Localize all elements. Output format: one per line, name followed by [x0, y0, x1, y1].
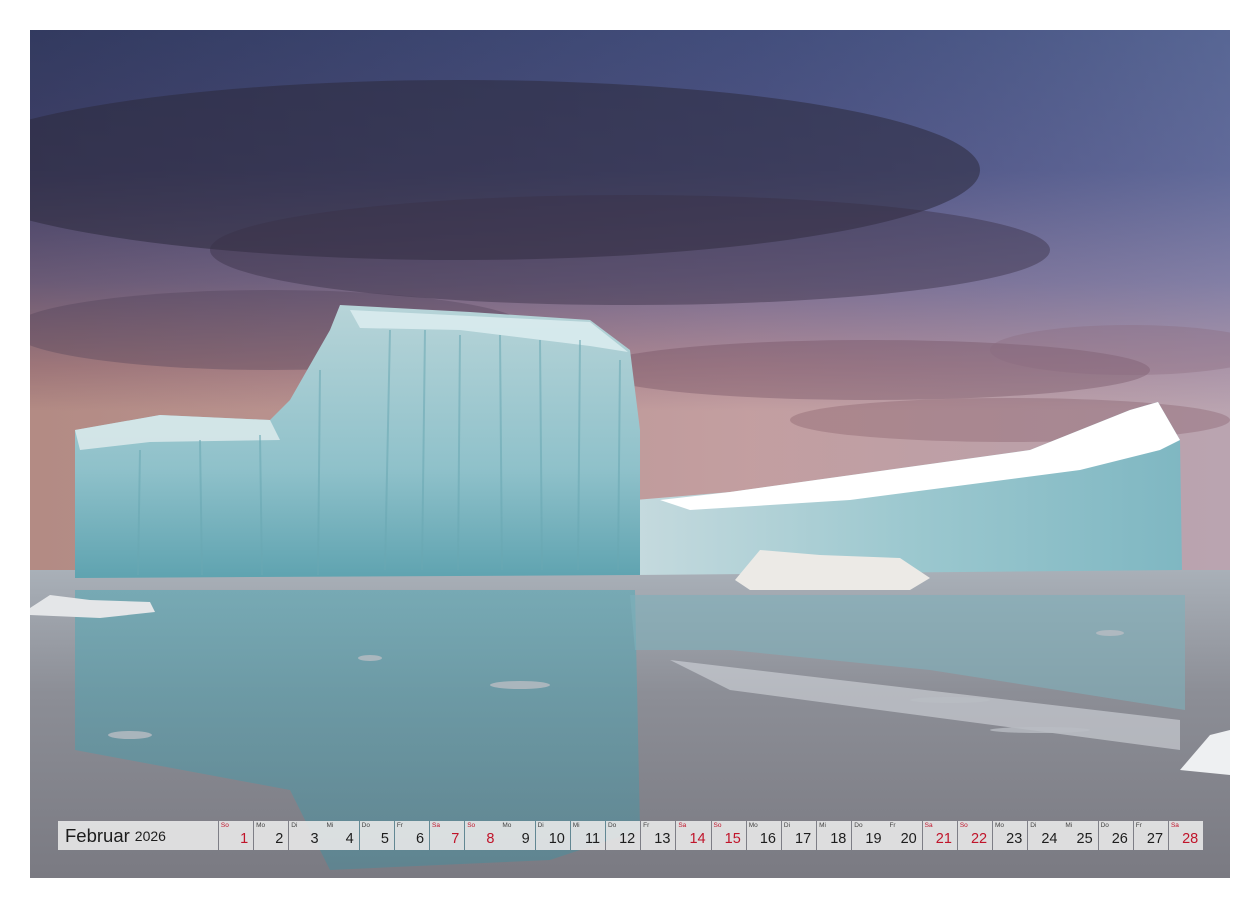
- day-number: 15: [724, 831, 741, 847]
- day-of-week: So: [713, 822, 722, 829]
- day-number: 21: [935, 831, 952, 847]
- day-cell: Fr 27: [1133, 821, 1169, 850]
- day-cell: Do 5: [359, 821, 394, 850]
- day-of-week: Mi: [572, 822, 580, 829]
- day-number: 11: [585, 831, 601, 847]
- day-of-week: Mo: [502, 822, 512, 829]
- day-cell: Sa 28: [1168, 821, 1204, 850]
- day-of-week: So: [220, 822, 229, 829]
- calendar-strip: Februar 2026 So 1 Mo 2 Di 3 Mi 4 Do 5 Fr 6 Sa 7 So 8 Mo 9…: [58, 821, 1204, 850]
- day-number: 3: [310, 831, 319, 847]
- day-number: 25: [1076, 831, 1093, 847]
- day-of-week: Sa: [924, 822, 933, 829]
- day-cell: Do 19: [852, 821, 887, 850]
- day-of-week: Fr: [889, 822, 896, 829]
- day-number: 18: [830, 831, 847, 847]
- day-cell: Mi 4: [324, 821, 359, 850]
- day-number: 14: [689, 831, 706, 847]
- day-of-week: Do: [361, 822, 370, 829]
- day-cell: Mi 11: [570, 821, 606, 850]
- day-number: 7: [451, 831, 460, 847]
- day-cell: Sa 7: [430, 821, 465, 850]
- day-of-week: Mo: [748, 822, 758, 829]
- day-of-week: Mo: [995, 822, 1005, 829]
- day-number: 13: [654, 831, 671, 847]
- day-number: 4: [345, 831, 354, 847]
- year: 2026: [134, 827, 166, 844]
- day-of-week: Di: [291, 822, 298, 829]
- day-of-week: Di: [783, 822, 791, 829]
- day-number: 6: [416, 831, 425, 847]
- day-cell: Mo 23: [993, 821, 1028, 850]
- day-cell: Fr 13: [641, 821, 676, 850]
- day-cell: So 8: [465, 821, 500, 850]
- day-number: 16: [759, 831, 776, 847]
- day-number: 8: [486, 831, 495, 847]
- day-cell: Do 26: [1098, 821, 1133, 850]
- day-of-week: Fr: [643, 822, 650, 829]
- day-of-week: Mo: [256, 822, 266, 829]
- day-cell: So 22: [957, 821, 993, 850]
- day-cell: Di 10: [535, 821, 570, 850]
- day-of-week: Mi: [819, 822, 826, 829]
- month-label: Februar 2026: [58, 821, 218, 850]
- day-number: 22: [970, 831, 988, 847]
- day-of-week: Fr: [1135, 822, 1142, 829]
- day-cell: Mi 18: [817, 821, 852, 850]
- day-number: 23: [1006, 831, 1023, 847]
- day-of-week: Do: [607, 822, 617, 829]
- day-number: 17: [795, 831, 812, 847]
- day-number: 1: [240, 831, 249, 847]
- day-cell: Sa 21: [922, 821, 957, 850]
- day-number: 10: [548, 831, 565, 847]
- day-cell: Mo 16: [746, 821, 781, 850]
- day-of-week: Di: [1030, 822, 1037, 829]
- day-cell: Do 12: [605, 821, 641, 850]
- day-cell: Di 3: [289, 821, 324, 850]
- day-number: 19: [865, 831, 882, 847]
- month-name: Februar: [65, 824, 130, 846]
- day-cell: Di 17: [781, 821, 817, 850]
- day-of-week: Sa: [432, 822, 440, 829]
- day-number: 26: [1111, 831, 1128, 847]
- day-of-week: Do: [1100, 822, 1109, 829]
- day-number: 2: [275, 831, 284, 847]
- day-of-week: Sa: [1170, 822, 1179, 829]
- day-of-week: Mi: [1065, 822, 1073, 829]
- day-number: 12: [619, 831, 636, 847]
- day-cells: So 1 Mo 2 Di 3 Mi 4 Do 5 Fr 6 Sa 7 So 8 Mo 9 Di 10 Mi 11 Do 12 F…: [218, 821, 1204, 850]
- iceberg-photo: [30, 30, 1230, 878]
- day-of-week: Fr: [396, 822, 403, 829]
- day-cell: Sa 14: [676, 821, 711, 850]
- day-cell: Mo 2: [254, 821, 289, 850]
- day-cell: Mi 25: [1063, 821, 1098, 850]
- day-number: 27: [1146, 831, 1164, 847]
- day-cell: Fr 6: [394, 821, 430, 850]
- day-cell: Fr 20: [887, 821, 922, 850]
- day-number: 24: [1041, 831, 1058, 847]
- day-cell: So 1: [218, 821, 254, 850]
- day-number: 9: [521, 831, 530, 847]
- day-cell: Mo 9: [500, 821, 535, 850]
- day-number: 20: [900, 831, 917, 847]
- day-number: 28: [1182, 831, 1199, 847]
- day-of-week: Do: [854, 822, 863, 829]
- day-of-week: Mi: [326, 822, 334, 829]
- day-number: 5: [380, 831, 389, 847]
- day-cell: Di 24: [1028, 821, 1063, 850]
- day-cell: So 15: [711, 821, 746, 850]
- day-of-week: Di: [537, 822, 544, 829]
- day-of-week: So: [467, 822, 476, 829]
- day-of-week: So: [959, 822, 968, 829]
- day-of-week: Sa: [678, 822, 687, 829]
